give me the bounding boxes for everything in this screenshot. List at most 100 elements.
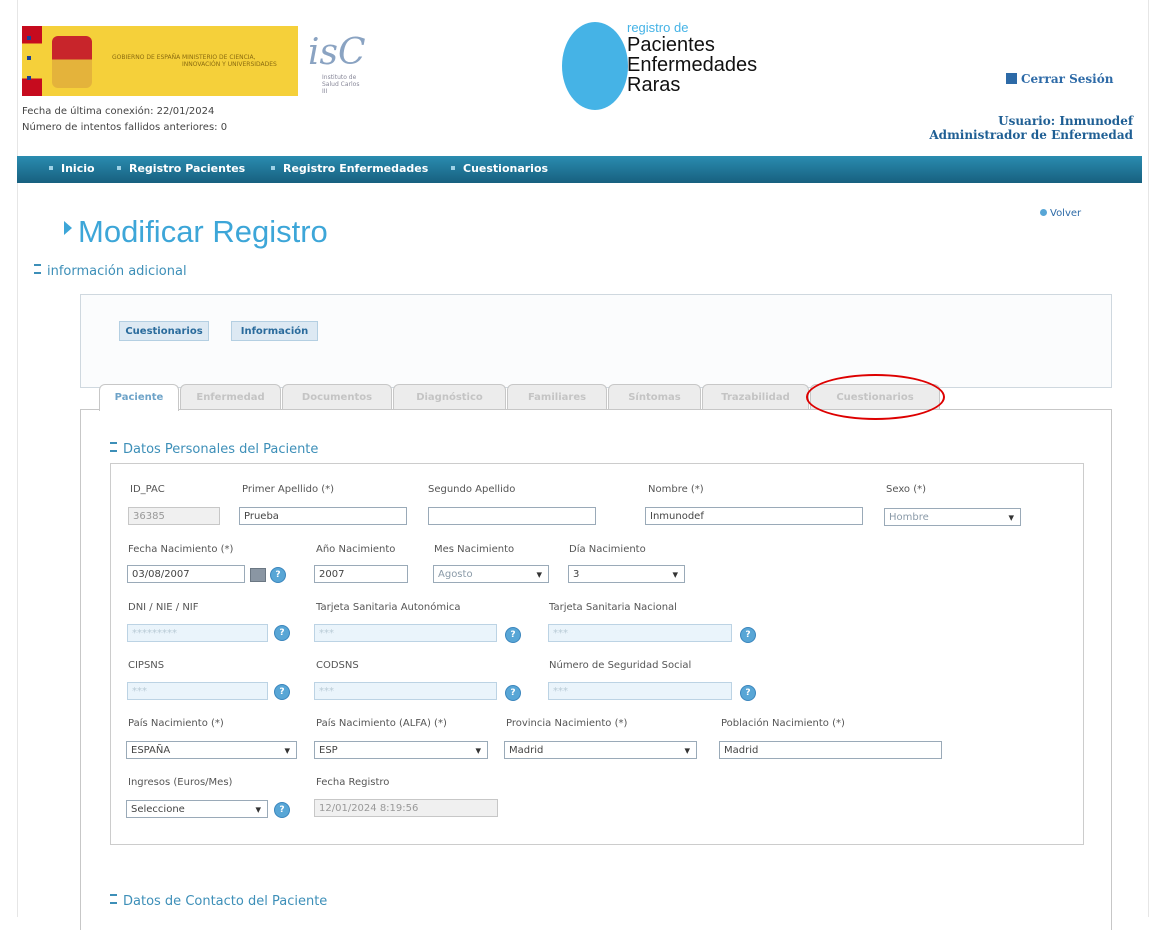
nss-label: Número de Seguridad Social: [549, 660, 692, 671]
help-icon[interactable]: ?: [740, 627, 756, 643]
dni-input[interactable]: *********: [127, 624, 268, 642]
bullet-icon: [271, 166, 275, 170]
sexo-select[interactable]: Hombre: [884, 508, 1021, 526]
gov-text: GOBIERNO DE ESPAÑA: [112, 54, 181, 61]
provincia-nac-select[interactable]: Madrid: [504, 741, 697, 759]
section-marker-icon: [34, 264, 41, 274]
primer-apellido-label: Primer Apellido (*): [242, 484, 335, 495]
page-title-text: Modificar Registro: [78, 214, 328, 249]
tab-familiares[interactable]: Familiares: [507, 384, 607, 410]
bullet-icon: [49, 166, 53, 170]
logout-link[interactable]: Cerrar Sesión: [1006, 72, 1113, 86]
pais-alfa-label: País Nacimiento (ALFA) (*): [316, 718, 447, 729]
codsns-input[interactable]: ***: [314, 682, 497, 700]
anio-nac-input[interactable]: 2007: [314, 565, 408, 583]
nav-registro-enfermedades[interactable]: Registro Enfermedades: [271, 162, 428, 175]
cipsns-input[interactable]: ***: [127, 682, 268, 700]
tab-paciente[interactable]: Paciente: [99, 384, 179, 411]
nav-cuestionarios[interactable]: Cuestionarios: [451, 162, 548, 175]
help-icon[interactable]: ?: [274, 625, 290, 641]
additional-info-heading: información adicional: [34, 264, 187, 279]
section-marker-icon: [110, 442, 117, 452]
registry-line1: Pacientes: [627, 34, 715, 56]
help-icon[interactable]: ?: [270, 567, 286, 583]
nav-label: Cuestionarios: [463, 162, 549, 175]
tab-trazabilidad[interactable]: Trazabilidad: [702, 384, 809, 410]
help-icon[interactable]: ?: [740, 685, 756, 701]
back-link[interactable]: Volver: [1040, 208, 1081, 219]
fecha-nac-input[interactable]: 03/08/2007: [127, 565, 245, 583]
fecha-registro-label: Fecha Registro: [316, 777, 390, 788]
pais-nac-label: País Nacimiento (*): [128, 718, 224, 729]
ts-nacional-input[interactable]: ***: [548, 624, 732, 642]
registry-small: registro de: [627, 20, 689, 35]
ingresos-label: Ingresos (Euros/Mes): [128, 777, 233, 788]
fecha-registro-field: 12/01/2024 8:19:56: [314, 799, 498, 817]
tab-diagnostico[interactable]: Diagnóstico: [393, 384, 506, 410]
ts-autonomica-input[interactable]: ***: [314, 624, 497, 642]
isciii-logo: isC Instituto de Salud Carlos III: [300, 26, 370, 96]
help-icon[interactable]: ?: [505, 685, 521, 701]
sexo-label: Sexo (*): [886, 484, 927, 495]
pais-nac-select[interactable]: ESPAÑA: [126, 741, 297, 759]
segundo-apellido-input[interactable]: [428, 507, 596, 525]
registry-logo: registro de Pacientes Enfermedades Raras: [560, 18, 790, 118]
help-icon[interactable]: ?: [274, 684, 290, 700]
tab-enfermedad[interactable]: Enfermedad: [180, 384, 281, 410]
mes-nac-label: Mes Nacimiento: [434, 544, 515, 555]
user-role: Administrador de Enfermedad: [929, 128, 1133, 142]
nss-input[interactable]: ***: [548, 682, 732, 700]
additional-info-label: información adicional: [47, 264, 187, 279]
additional-info-box: Cuestionarios Información: [80, 294, 1112, 388]
calendar-icon[interactable]: [250, 568, 266, 582]
tab-documentos[interactable]: Documentos: [282, 384, 392, 410]
page-title: Modificar Registro: [64, 214, 328, 250]
dia-nac-select[interactable]: 3: [568, 565, 685, 583]
dni-label: DNI / NIE / NIF: [128, 602, 199, 613]
nav-registro-pacientes[interactable]: Registro Pacientes: [117, 162, 245, 175]
ingresos-select[interactable]: Seleccione: [126, 800, 268, 818]
id-pac-label: ID_PAC: [130, 484, 165, 495]
cuestionarios-button[interactable]: Cuestionarios: [119, 321, 209, 341]
dia-nac-label: Día Nacimiento: [569, 544, 646, 555]
coat-of-arms-icon: [52, 36, 92, 88]
informacion-button[interactable]: Información: [231, 321, 318, 341]
fecha-nac-label: Fecha Nacimiento (*): [128, 544, 234, 555]
nombre-input[interactable]: Inmunodef: [645, 507, 863, 525]
isciii-text: Instituto de Salud Carlos III: [322, 74, 360, 95]
government-logo: GOBIERNO DE ESPAÑA MINISTERIO DE CIENCIA…: [22, 26, 298, 96]
isciii-mark: isC: [308, 32, 366, 73]
bullet-icon: [117, 166, 121, 170]
last-connection: Fecha de última conexión: 22/01/2024: [22, 106, 215, 117]
back-label: Volver: [1050, 208, 1082, 219]
poblacion-nac-label: Población Nacimiento (*): [721, 718, 845, 729]
logout-label: Cerrar Sesión: [1021, 72, 1114, 86]
ts-nacional-label: Tarjeta Sanitaria Nacional: [549, 602, 677, 613]
connection-info: Fecha de última conexión: 22/01/2024 Núm…: [22, 104, 227, 136]
section-marker-icon: [110, 894, 117, 904]
help-icon[interactable]: ?: [505, 627, 521, 643]
back-icon: [1040, 209, 1047, 216]
nav-label: Registro Pacientes: [129, 162, 246, 175]
cipsns-label: CIPSNS: [128, 660, 165, 671]
nav-label: Inicio: [61, 162, 95, 175]
ts-autonomica-label: Tarjeta Sanitaria Autonómica: [316, 602, 461, 613]
registry-title: Pacientes Enfermedades Raras: [627, 35, 757, 95]
help-icon[interactable]: ?: [274, 802, 290, 818]
personal-section-label: Datos Personales del Paciente: [123, 442, 319, 457]
registry-line2: Enfermedades: [627, 54, 758, 76]
tab-sintomas[interactable]: Síntomas: [608, 384, 701, 410]
contact-section-label: Datos de Contacto del Paciente: [123, 894, 328, 909]
main-navbar: Inicio Registro Pacientes Registro Enfer…: [17, 156, 1142, 183]
mes-nac-select[interactable]: Agosto: [433, 565, 549, 583]
primer-apellido-input[interactable]: Prueba: [239, 507, 407, 525]
id-pac-field: 36385: [128, 507, 220, 525]
nav-inicio[interactable]: Inicio: [49, 162, 95, 175]
contact-section-heading: Datos de Contacto del Paciente: [110, 894, 327, 909]
pais-alfa-select[interactable]: ESP: [314, 741, 488, 759]
personal-section-heading: Datos Personales del Paciente: [110, 442, 318, 457]
nombre-label: Nombre (*): [648, 484, 704, 495]
ministry-text: MINISTERIO DE CIENCIA, INNOVACIÓN Y UNIV…: [182, 54, 277, 68]
highlight-annotation: [806, 374, 945, 420]
poblacion-nac-input[interactable]: Madrid: [719, 741, 942, 759]
